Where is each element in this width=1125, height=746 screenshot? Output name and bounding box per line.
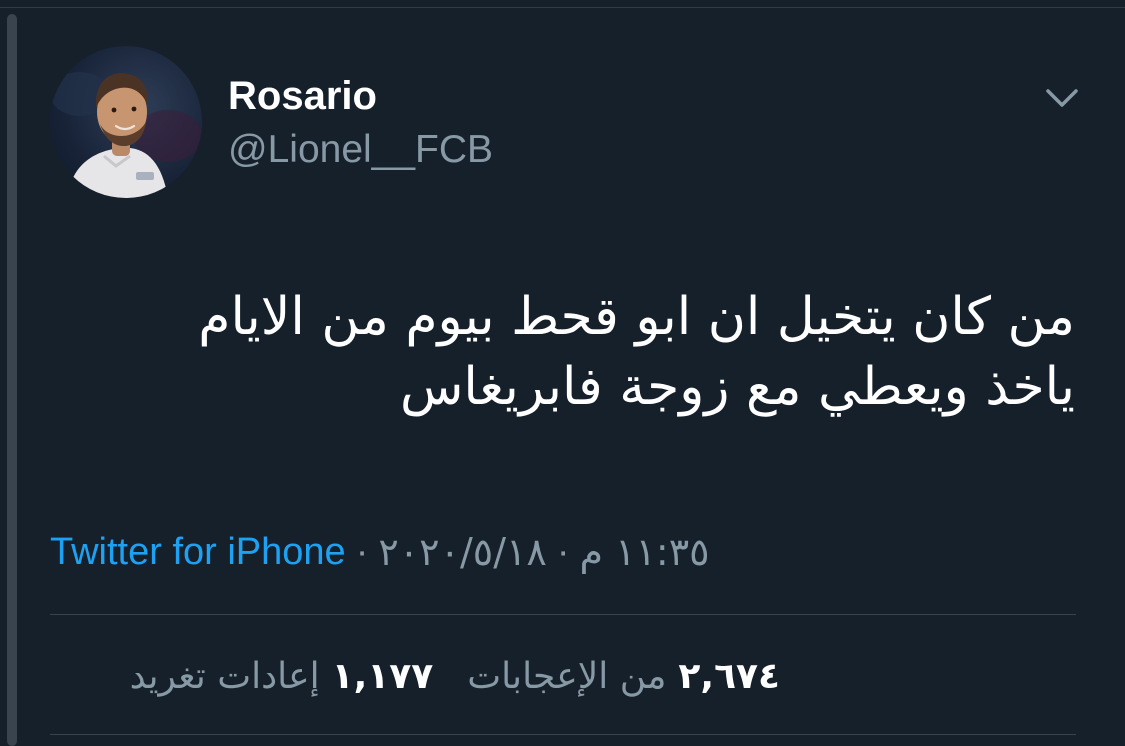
likes-count: ٢,٦٧٤ xyxy=(678,655,780,697)
scrollbar[interactable] xyxy=(7,14,17,746)
meta-separator: · xyxy=(355,530,369,573)
divider xyxy=(50,734,1076,735)
user-handle[interactable]: @Lionel__FCB xyxy=(228,126,493,174)
tweet-stats: ٢,٦٧٤ من الإعجابات ١,١٧٧ إعادات تغريد xyxy=(50,650,780,702)
tweet-text-line: من كان يتخيل ان ابو قحط بيوم من الايام xyxy=(198,287,1075,347)
tweet-date: ٢٠٢٠/٥/١٨ xyxy=(378,530,547,574)
divider xyxy=(50,614,1076,615)
tweet-meta: Twitter for iPhone · ٢٠٢٠/٥/١٨ · ١١:٣٥ م xyxy=(50,526,710,578)
meta-separator: · xyxy=(556,530,570,573)
top-divider xyxy=(0,0,1125,8)
retweets-label: إعادات تغريد xyxy=(129,655,320,697)
tweet-time: ١١:٣٥ م xyxy=(579,530,710,574)
display-name[interactable]: Rosario xyxy=(228,72,377,120)
tweet-text: من كان يتخيل ان ابو قحط بيوم من الايام ي… xyxy=(120,282,1075,422)
retweets-count: ١,١٧٧ xyxy=(331,655,434,697)
tweet-text-line: ياخذ ويعطي مع زوجة فابريغاس xyxy=(399,357,1075,417)
likes-stat[interactable]: ٢,٦٧٤ من الإعجابات xyxy=(467,656,780,697)
avatar[interactable] xyxy=(50,46,202,198)
retweets-stat[interactable]: ١,١٧٧ إعادات تغريد xyxy=(130,656,434,697)
tweet-detail: Rosario @Lionel__FCB من كان يتخيل ان ابو… xyxy=(0,0,1125,746)
likes-label: من الإعجابات xyxy=(467,655,667,697)
chevron-down-icon[interactable] xyxy=(1038,80,1086,116)
source-link[interactable]: Twitter for iPhone xyxy=(50,531,346,574)
